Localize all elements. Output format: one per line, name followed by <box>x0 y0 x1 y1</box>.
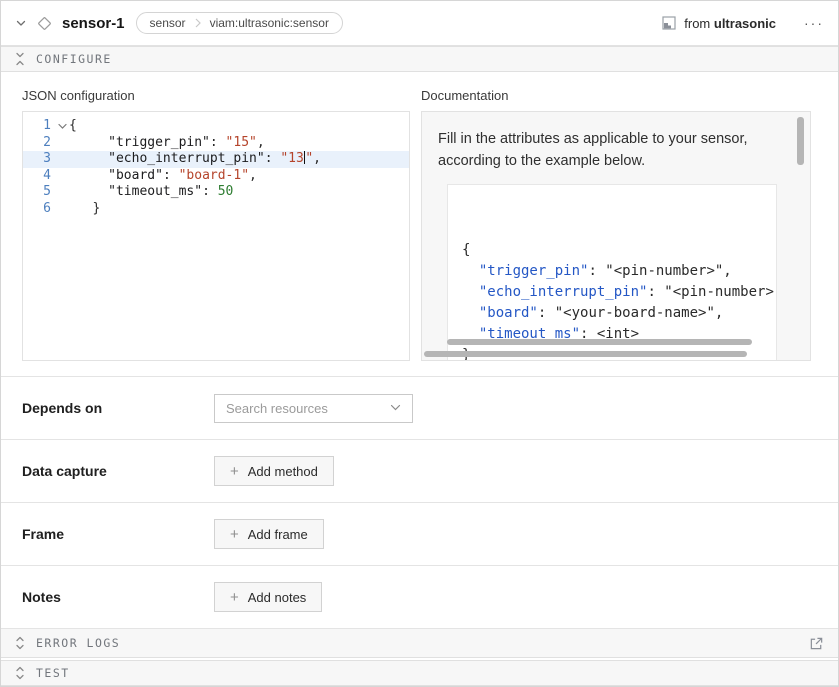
editor-line-6[interactable]: 6 } <box>23 201 409 218</box>
code-text: "board": "board-1", <box>69 168 257 185</box>
test-section-label: TEST <box>36 666 70 680</box>
panel-horizontal-scrollbar[interactable] <box>424 351 747 357</box>
fold-gutter <box>55 135 69 152</box>
component-type: sensor <box>150 16 186 30</box>
module-icon <box>662 16 676 30</box>
expand-section-icon <box>15 636 25 650</box>
depends-on-select[interactable]: Search resources <box>214 394 413 423</box>
documentation-code-example: { "trigger_pin": "<pin-number>", "echo_i… <box>447 184 777 361</box>
add-frame-label: Add frame <box>248 527 308 542</box>
doc-code-line: { <box>462 240 776 261</box>
editor-line-3[interactable]: 3 "echo_interrupt_pin": "13", <box>23 151 409 168</box>
add-method-button[interactable]: + Add method <box>214 456 334 486</box>
badge-separator-chevron-icon <box>195 18 201 28</box>
code-text: { <box>69 118 77 135</box>
add-notes-button[interactable]: + Add notes <box>214 582 322 612</box>
editor-line-2[interactable]: 2 "trigger_pin": "15", <box>23 135 409 152</box>
doc-code-line: "board": "<your-board-name>", <box>462 303 776 324</box>
doc-code-line: "trigger_pin": "<pin-number>", <box>462 261 776 282</box>
depends-on-placeholder: Search resources <box>226 401 328 416</box>
module-source-text: from ultrasonic <box>684 16 776 31</box>
fold-gutter <box>55 184 69 201</box>
panel-vertical-scrollbar[interactable] <box>797 117 804 165</box>
notes-row: Notes + Add notes <box>1 565 838 628</box>
json-editor[interactable]: 1{2 "trigger_pin": "15",3 "echo_interrup… <box>22 111 410 361</box>
documentation-panel: Fill in the attributes as applicable to … <box>421 111 811 361</box>
add-frame-button[interactable]: + Add frame <box>214 519 324 549</box>
documentation-intro-text: Fill in the attributes as applicable to … <box>438 128 790 172</box>
line-number: 4 <box>23 168 55 185</box>
plus-icon: + <box>230 590 239 605</box>
module-name: ultrasonic <box>714 16 776 31</box>
sensor-component-icon <box>36 15 53 32</box>
error-logs-section-bar[interactable]: ERROR LOGS <box>1 628 838 658</box>
data-capture-label: Data capture <box>22 463 214 479</box>
test-section-bar[interactable]: TEST <box>1 660 838 686</box>
component-type-badge: sensor viam:ultrasonic:sensor <box>136 12 343 34</box>
code-text: "timeout_ms": 50 <box>69 184 233 201</box>
error-logs-section-label: ERROR LOGS <box>36 636 120 650</box>
editor-line-5[interactable]: 5 "timeout_ms": 50 <box>23 184 409 201</box>
add-notes-label: Add notes <box>248 590 307 605</box>
line-number: 3 <box>23 151 55 168</box>
code-text: "echo_interrupt_pin": "13", <box>69 151 321 168</box>
line-number: 2 <box>23 135 55 152</box>
depends-on-row: Depends on Search resources <box>1 376 838 439</box>
configure-section-body: JSON configuration 1{2 "trigger_pin": "1… <box>1 72 838 376</box>
collapse-section-icon <box>15 52 25 66</box>
from-label: from <box>684 16 710 31</box>
chevron-down-icon <box>390 404 401 412</box>
component-name[interactable]: sensor-1 <box>62 15 125 32</box>
code-horizontal-scrollbar[interactable] <box>447 339 752 345</box>
configure-section-label: CONFIGURE <box>36 52 112 66</box>
plus-icon: + <box>230 464 239 479</box>
editor-line-1[interactable]: 1{ <box>23 118 409 135</box>
plus-icon: + <box>230 527 239 542</box>
frame-row: Frame + Add frame <box>1 502 838 565</box>
documentation-label: Documentation <box>421 88 811 103</box>
json-configuration-label: JSON configuration <box>22 88 410 103</box>
line-number: 1 <box>23 118 55 135</box>
data-capture-row: Data capture + Add method <box>1 439 838 502</box>
doc-code-line: "echo_interrupt_pin": "<pin-number>", <box>462 282 776 303</box>
more-options-button[interactable]: ··· <box>804 15 824 31</box>
component-header: sensor-1 sensor viam:ultrasonic:sensor f… <box>1 1 838 46</box>
component-model: viam:ultrasonic:sensor <box>210 16 329 30</box>
component-card: sensor-1 sensor viam:ultrasonic:sensor f… <box>0 0 839 687</box>
editor-line-4[interactable]: 4 "board": "board-1", <box>23 168 409 185</box>
fold-gutter <box>55 201 69 218</box>
fold-chevron-icon[interactable] <box>55 118 69 135</box>
json-editor-lines: 1{2 "trigger_pin": "15",3 "echo_interrup… <box>23 118 409 217</box>
line-number: 5 <box>23 184 55 201</box>
expand-section-icon <box>15 666 25 680</box>
frame-label: Frame <box>22 526 214 542</box>
depends-on-label: Depends on <box>22 400 214 416</box>
fold-gutter <box>55 151 69 168</box>
code-text: } <box>69 201 100 218</box>
add-method-label: Add method <box>248 464 318 479</box>
collapse-chevron-icon[interactable] <box>15 17 27 29</box>
configure-section-bar[interactable]: CONFIGURE <box>1 46 838 72</box>
code-text: "trigger_pin": "15", <box>69 135 265 152</box>
notes-label: Notes <box>22 589 214 605</box>
line-number: 6 <box>23 201 55 218</box>
fold-gutter <box>55 168 69 185</box>
open-external-icon[interactable] <box>809 636 824 651</box>
